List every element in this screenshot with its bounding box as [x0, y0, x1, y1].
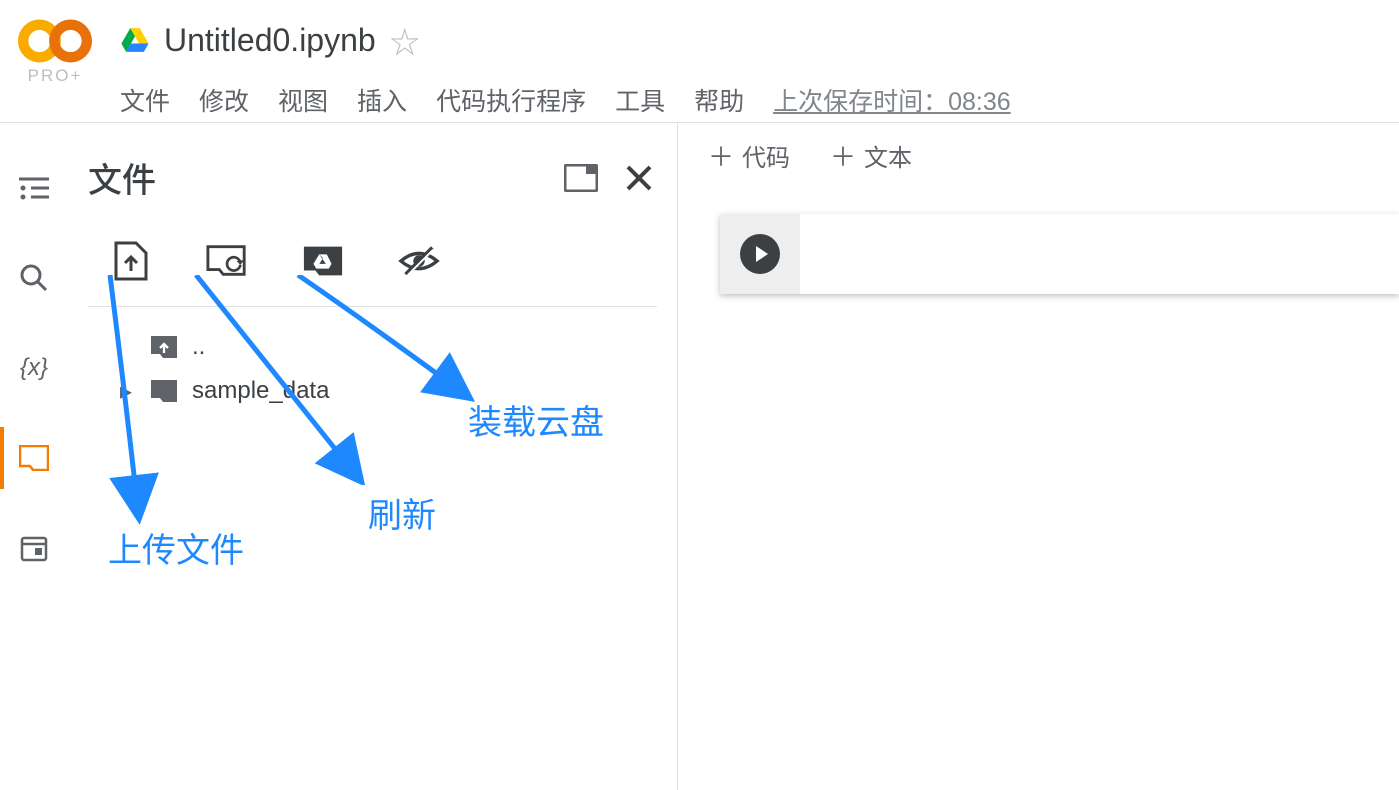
annotation-refresh: 刷新 — [368, 488, 436, 537]
search-icon[interactable] — [17, 261, 51, 295]
add-text-button[interactable]: ＋文本 — [830, 137, 912, 174]
run-button[interactable] — [740, 234, 780, 274]
pro-plus-label: PRO+ — [28, 66, 83, 86]
add-code-button[interactable]: ＋代码 — [708, 137, 790, 174]
main-area: ＋代码 ＋文本 — [678, 123, 1399, 790]
logo-area: PRO+ — [18, 18, 92, 86]
menu-file[interactable]: 文件 — [120, 82, 170, 118]
doc-title[interactable]: Untitled0.ipynb — [164, 22, 376, 59]
nav-rail: {x} — [0, 123, 68, 790]
star-icon[interactable]: ☆ — [390, 18, 420, 62]
calendar-icon[interactable] — [17, 531, 51, 565]
arrow-annotation-icon — [90, 275, 160, 525]
insert-buttons-row: ＋代码 ＋文本 — [678, 137, 1399, 174]
files-icon[interactable] — [17, 441, 51, 475]
save-status[interactable]: 上次保存时间：08:36 — [773, 82, 1011, 118]
menu-bar: 文件 修改 视图 插入 代码执行程序 工具 帮助 上次保存时间：08:36 — [120, 82, 1399, 118]
run-cell-area — [720, 214, 800, 294]
arrow-annotation-icon — [288, 275, 488, 405]
menu-help[interactable]: 帮助 — [694, 82, 744, 118]
annotation-mount: 装载云盘 — [468, 395, 604, 444]
google-drive-icon — [120, 27, 150, 53]
variables-icon[interactable]: {x} — [17, 351, 51, 385]
panel-title: 文件 — [88, 153, 156, 202]
toc-icon[interactable] — [17, 171, 51, 205]
menu-edit[interactable]: 修改 — [199, 82, 249, 118]
add-text-label: 文本 — [864, 138, 912, 173]
new-window-icon[interactable] — [563, 160, 599, 196]
file-panel: 文件 — [68, 123, 678, 790]
title-area: Untitled0.ipynb ☆ 文件 修改 视图 插入 代码执行程序 工具 … — [120, 0, 1399, 118]
annotation-upload: 上传文件 — [108, 523, 244, 572]
play-icon — [756, 246, 768, 262]
menu-insert[interactable]: 插入 — [357, 82, 407, 118]
colab-logo-icon — [18, 18, 92, 64]
header: PRO+ Untitled0.ipynb ☆ 文件 修改 视图 插入 代码执行程… — [0, 0, 1399, 123]
menu-runtime[interactable]: 代码执行程序 — [436, 82, 586, 118]
close-icon[interactable] — [621, 160, 657, 196]
menu-view[interactable]: 视图 — [278, 82, 328, 118]
menu-tools[interactable]: 工具 — [615, 82, 665, 118]
body: {x} 文件 — [0, 123, 1399, 790]
code-cell[interactable] — [720, 214, 1399, 294]
add-code-label: 代码 — [742, 138, 790, 173]
